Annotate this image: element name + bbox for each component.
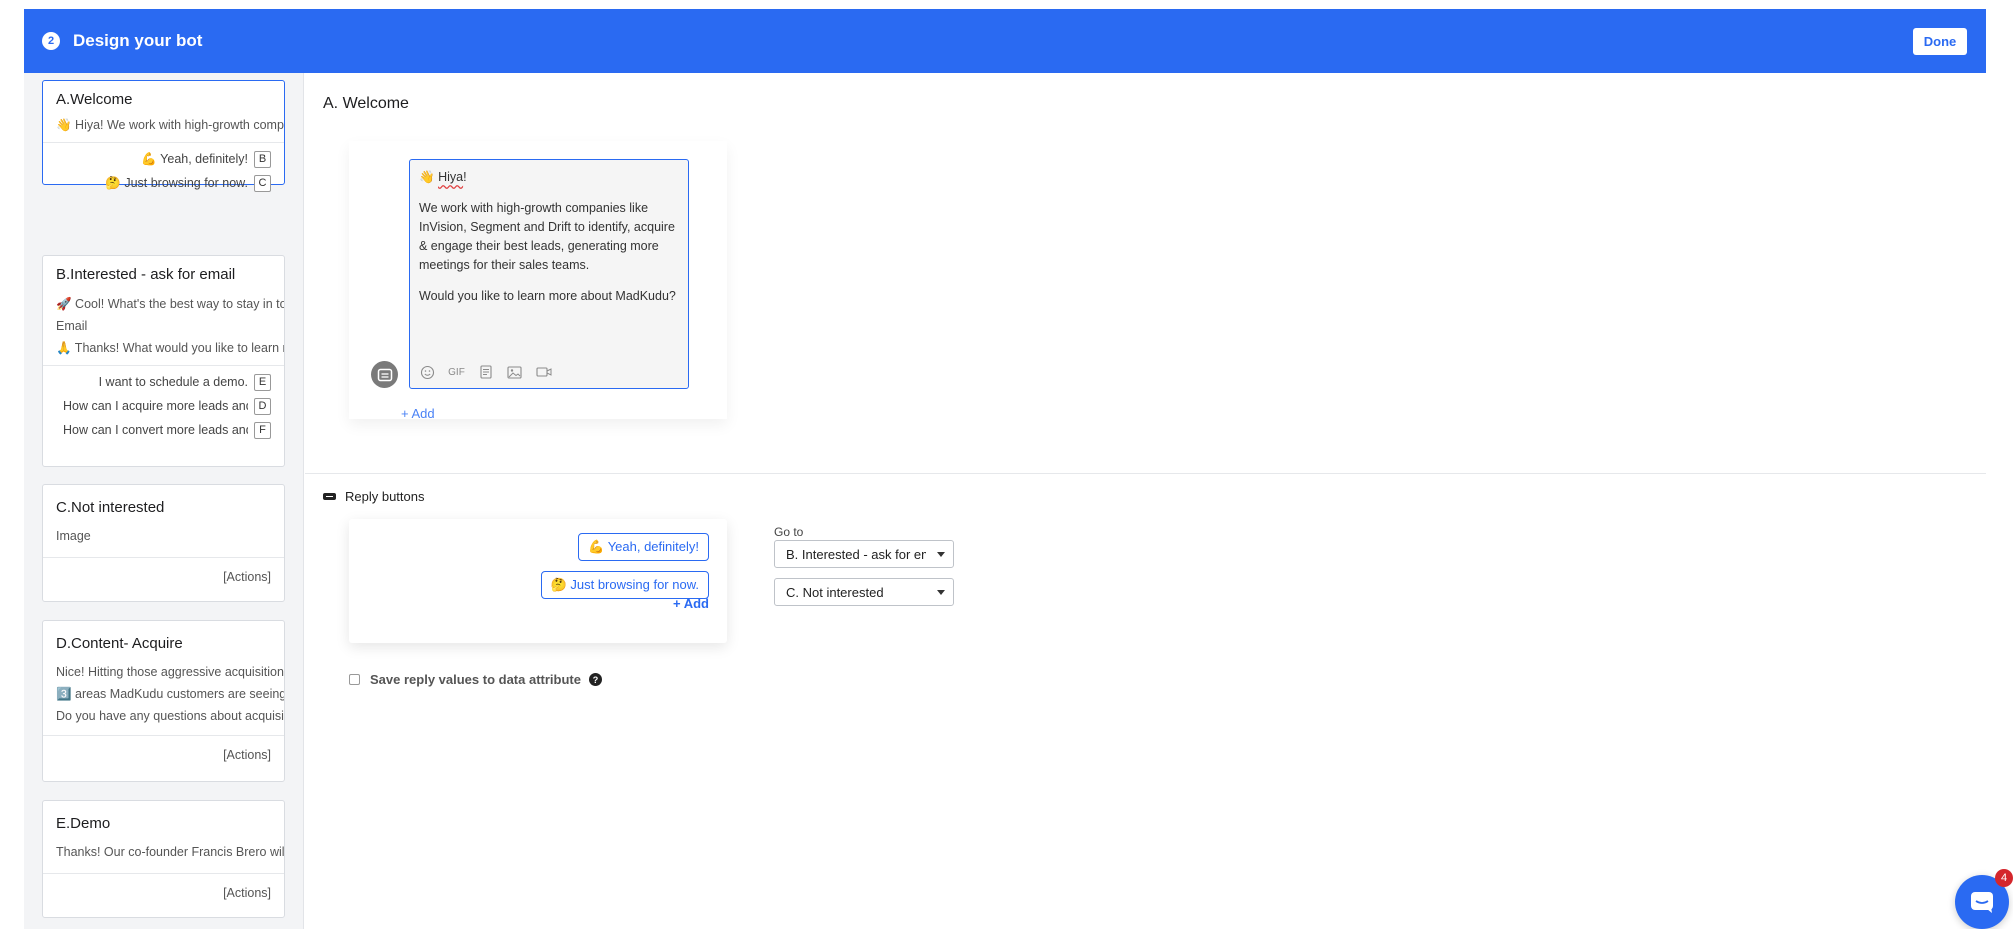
path-card-interested[interactable]: B.Interested - ask for email 🚀 Cool! Wha… bbox=[42, 255, 285, 467]
path-card-line: 🙏 Thanks! What would you like to learn m… bbox=[56, 341, 284, 355]
gif-icon[interactable]: GIF bbox=[447, 364, 466, 380]
target-letter: E bbox=[254, 373, 271, 391]
reply-buttons-title: Reply buttons bbox=[345, 489, 425, 504]
reply-text: 🤔 Just browsing for now. bbox=[105, 175, 248, 190]
reply-text: I want to schedule a demo. bbox=[98, 375, 248, 389]
path-title: A. Welcome bbox=[323, 95, 409, 112]
path-editor: A. Welcome 👋 Hiya! We work with high-gro… bbox=[305, 73, 1986, 929]
path-card-title: A.Welcome bbox=[56, 91, 133, 108]
done-button[interactable]: Done bbox=[1913, 28, 1967, 55]
path-card-title: D.Content- Acquire bbox=[56, 635, 183, 652]
greeting-punct: ! bbox=[463, 170, 467, 184]
add-reply-button[interactable]: + Add bbox=[673, 596, 709, 611]
goto-select-1[interactable]: B. Interested - ask for email bbox=[774, 540, 954, 568]
reply-item: How can I acquire more leads and custome… bbox=[43, 394, 284, 418]
bot-designer-frame: 2 Design your bot Done A.Welcome 👋 Hiya!… bbox=[24, 9, 1986, 929]
path-card-line: 🚀 Cool! What's the best way to stay in t… bbox=[56, 297, 284, 311]
path-card-line: Thanks! Our co-founder Francis Brero wil… bbox=[56, 845, 284, 859]
target-letter: C bbox=[254, 174, 271, 192]
goto-select-value: C. Not interested bbox=[786, 584, 884, 600]
path-card-line: 3️⃣ areas MadKudu customers are seeing r… bbox=[56, 687, 284, 701]
help-icon[interactable]: ? bbox=[588, 673, 602, 686]
message-paragraph-1: We work with high-growth companies like … bbox=[419, 201, 675, 272]
reply-text: 💪 Yeah, definitely! bbox=[141, 151, 248, 166]
save-reply-values-row: Save reply values to data attribute ? bbox=[349, 672, 602, 687]
path-card-line: Image bbox=[56, 529, 91, 543]
path-card-line: Do you have any questions about acquisit… bbox=[56, 709, 284, 723]
greeting-emoji: 👋 bbox=[419, 170, 435, 184]
message-editor[interactable]: 👋 Hiya! We work with high-growth compani… bbox=[409, 159, 689, 389]
path-card-title: E.Demo bbox=[56, 815, 111, 832]
chevron-down-icon bbox=[937, 552, 945, 557]
reply-button-yes[interactable]: 💪 Yeah, definitely! bbox=[578, 533, 709, 561]
path-card-line: 👋 Hiya! We work with high-growth compani… bbox=[56, 118, 284, 132]
chat-icon bbox=[1971, 892, 1993, 913]
actions-label: [Actions] bbox=[223, 570, 271, 584]
page-title: Design your bot bbox=[73, 31, 203, 50]
sidebar-path-list: A.Welcome 👋 Hiya! We work with high-grow… bbox=[24, 73, 304, 929]
reply-buttons-icon bbox=[323, 493, 336, 500]
step-number-badge: 2 bbox=[42, 32, 60, 50]
message-panel: 👋 Hiya! We work with high-growth compani… bbox=[349, 141, 727, 421]
header-bar: 2 Design your bot Done bbox=[24, 9, 1986, 73]
section-divider bbox=[305, 473, 1986, 474]
path-card-not-interested[interactable]: C.Not interested Image [Actions] bbox=[42, 484, 285, 602]
image-icon[interactable] bbox=[505, 364, 524, 380]
path-card-line: Email bbox=[56, 319, 88, 333]
add-message-button[interactable]: + Add bbox=[401, 406, 435, 421]
emoji-icon[interactable] bbox=[418, 364, 437, 380]
message-paragraph-2: Would you like to learn more about MadKu… bbox=[419, 289, 676, 303]
save-reply-label: Save reply values to data attribute bbox=[370, 672, 581, 687]
reply-button-browsing[interactable]: 🤔 Just browsing for now. bbox=[540, 571, 709, 599]
reply-item: 💪 Yeah, definitely! B bbox=[43, 147, 284, 171]
path-card-title: C.Not interested bbox=[56, 499, 165, 516]
path-card-demo[interactable]: E.Demo Thanks! Our co-founder Francis Br… bbox=[42, 800, 285, 918]
target-letter: B bbox=[254, 150, 271, 168]
path-card-welcome[interactable]: A.Welcome 👋 Hiya! We work with high-grow… bbox=[42, 80, 285, 192]
reply-item: How can I convert more leads and custome… bbox=[43, 418, 284, 442]
greeting-word: Hiya bbox=[438, 170, 464, 184]
target-letter: F bbox=[254, 421, 271, 439]
reply-item: I want to schedule a demo. E bbox=[43, 370, 284, 394]
reply-text: How can I acquire more leads and custome… bbox=[63, 399, 248, 413]
notification-badge: 4 bbox=[1995, 869, 2013, 887]
article-icon[interactable] bbox=[476, 364, 495, 380]
goto-select-2[interactable]: C. Not interested bbox=[774, 578, 954, 606]
path-card-line: Nice! Hitting those aggressive acquisiti… bbox=[56, 665, 284, 679]
chevron-down-icon bbox=[937, 590, 945, 595]
reply-text: How can I convert more leads and custome… bbox=[63, 423, 248, 437]
goto-select-value: B. Interested - ask for email bbox=[786, 546, 926, 562]
path-card-title: B.Interested - ask for email bbox=[56, 266, 236, 283]
message-toolbar: GIF bbox=[418, 364, 553, 380]
target-letter: D bbox=[254, 397, 271, 415]
path-card-content-acquire[interactable]: D.Content- Acquire Nice! Hitting those a… bbox=[42, 620, 285, 782]
actions-label: [Actions] bbox=[223, 748, 271, 762]
message-text[interactable]: 👋 Hiya! We work with high-growth compani… bbox=[419, 168, 681, 318]
reply-buttons-panel: 💪 Yeah, definitely! 🤔 Just browsing for … bbox=[349, 519, 727, 643]
bot-avatar-icon bbox=[371, 361, 398, 388]
save-reply-checkbox[interactable] bbox=[349, 674, 360, 685]
reply-buttons-header: Reply buttons bbox=[323, 489, 425, 504]
goto-label: Go to bbox=[774, 525, 804, 539]
reply-item: 🤔 Just browsing for now. C bbox=[43, 171, 284, 195]
video-icon[interactable] bbox=[534, 364, 553, 380]
actions-label: [Actions] bbox=[223, 886, 271, 900]
